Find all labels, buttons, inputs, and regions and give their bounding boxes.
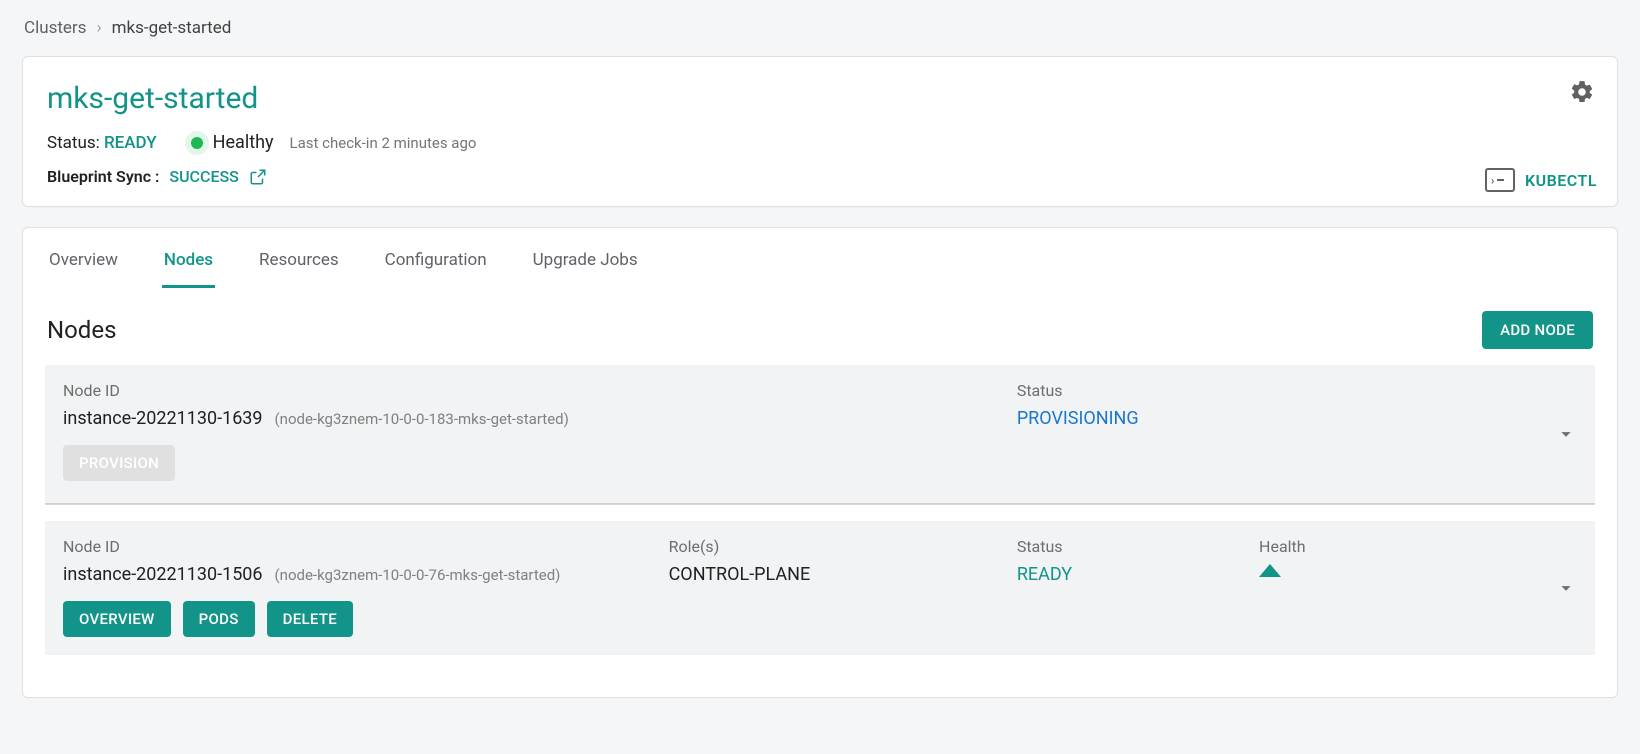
gear-icon (1569, 79, 1595, 105)
health-up-icon (1259, 564, 1281, 577)
blueprint-sync-line: Blueprint Sync : SUCCESS (47, 167, 1593, 186)
node-roles-value: CONTROL-PLANE (669, 564, 1017, 585)
node-id-value: instance-20221130-1639 (63, 408, 263, 429)
chevron-down-icon (1555, 423, 1577, 445)
blueprint-status: SUCCESS (169, 167, 238, 186)
breadcrumb: Clusters › mks-get-started (24, 18, 1618, 38)
node-status-label: Status (1017, 537, 1259, 556)
pods-button[interactable]: PODS (183, 601, 255, 637)
node-status-value: READY (1017, 564, 1259, 585)
health-text: Healthy (213, 132, 274, 153)
breadcrumb-root[interactable]: Clusters (24, 18, 86, 38)
cluster-title: mks-get-started (47, 81, 1593, 116)
kubectl-button[interactable]: › KUBECTL (1485, 168, 1597, 192)
divider (45, 504, 1595, 505)
cluster-header-card: mks-get-started Status: READY Healthy La… (22, 56, 1618, 207)
tabbar: Overview Nodes Resources Configuration U… (23, 232, 1617, 289)
tab-overview[interactable]: Overview (47, 232, 120, 288)
node-id-sub: (node-kg3znem-10-0-0-76-mks-get-started) (275, 566, 561, 584)
breadcrumb-current: mks-get-started (112, 18, 232, 38)
node-row: Node ID instance-20221130-1639 (node-kg3… (45, 365, 1595, 504)
status-line: Status: READY Healthy Last check-in 2 mi… (47, 132, 1593, 153)
overview-button[interactable]: OVERVIEW (63, 601, 171, 637)
add-node-button[interactable]: ADD NODE (1482, 311, 1593, 349)
node-id-sub: (node-kg3znem-10-0-0-183-mks-get-started… (275, 410, 569, 428)
blueprint-label: Blueprint Sync : (47, 167, 159, 186)
tab-upgrade-jobs[interactable]: Upgrade Jobs (531, 232, 640, 288)
status-label: Status: (47, 133, 100, 153)
tab-nodes[interactable]: Nodes (162, 232, 215, 288)
tabs-card: Overview Nodes Resources Configuration U… (22, 227, 1618, 698)
settings-button[interactable] (1569, 79, 1595, 105)
last-checkin: Last check-in 2 minutes ago (290, 134, 477, 152)
node-id-value: instance-20221130-1506 (63, 564, 263, 585)
terminal-icon: › (1485, 168, 1515, 192)
chevron-down-icon (1555, 577, 1577, 599)
status-value: READY (104, 133, 157, 153)
expand-node-button[interactable] (1555, 577, 1577, 599)
node-id-label: Node ID (63, 537, 669, 556)
node-health-label: Health (1259, 537, 1471, 556)
tab-resources[interactable]: Resources (257, 232, 341, 288)
node-id-label: Node ID (63, 381, 669, 400)
breadcrumb-separator: › (96, 18, 101, 38)
node-status-value: PROVISIONING (1017, 408, 1259, 429)
expand-node-button[interactable] (1555, 423, 1577, 445)
node-row: Node ID instance-20221130-1506 (node-kg3… (45, 521, 1595, 655)
section-title-nodes: Nodes (47, 316, 116, 344)
node-status-label: Status (1017, 381, 1259, 400)
provision-button: PROVISION (63, 445, 175, 481)
external-link-icon[interactable] (249, 168, 267, 186)
tab-configuration[interactable]: Configuration (383, 232, 489, 288)
kubectl-label: KUBECTL (1525, 171, 1597, 190)
node-roles-label: Role(s) (669, 537, 1017, 556)
health-indicator-dot (191, 137, 203, 149)
delete-button[interactable]: DELETE (267, 601, 353, 637)
